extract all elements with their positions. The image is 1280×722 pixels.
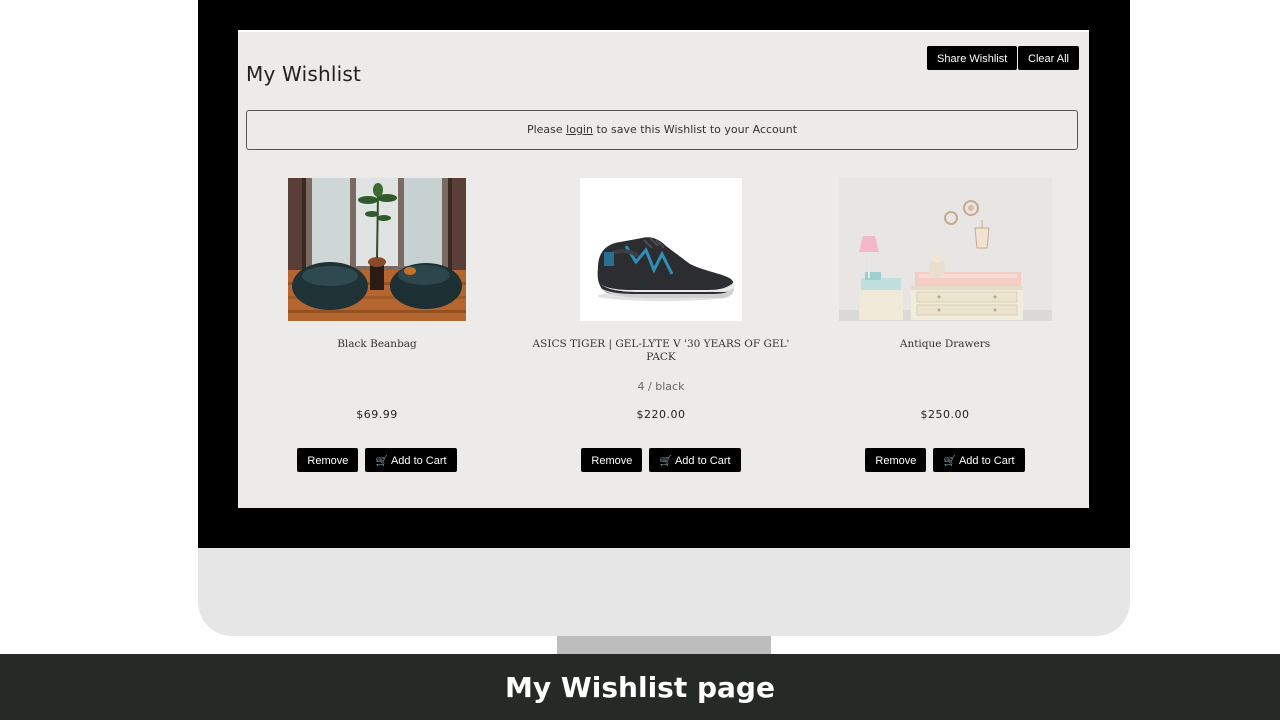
notice-suffix: to save this Wishlist to your Account: [596, 123, 798, 136]
wishlist-item: ASICS TIGER | GEL-LYTE V '30 YEARS OF GE…: [531, 178, 791, 472]
add-to-cart-label: Add to Cart: [958, 455, 1015, 467]
login-notice: Please login to save this Wishlist to yo…: [246, 110, 1078, 150]
add-to-cart-label: Add to Cart: [674, 455, 731, 467]
monitor-stand: [557, 636, 771, 656]
product-image-beanbag[interactable]: [288, 178, 466, 321]
add-to-cart-button[interactable]: 🛒 Add to Cart: [933, 448, 1025, 472]
product-name[interactable]: ASICS TIGER | GEL-LYTE V '30 YEARS OF GE…: [531, 338, 791, 364]
share-wishlist-button[interactable]: Share Wishlist: [927, 46, 1018, 70]
remove-button[interactable]: Remove: [581, 448, 643, 472]
caption-text: My Wishlist page: [505, 671, 775, 704]
product-actions: Remove 🛒 Add to Cart: [815, 448, 1075, 472]
product-actions: Remove 🛒 Add to Cart: [531, 448, 791, 472]
beanbag-photo: [288, 178, 466, 321]
product-actions: Remove 🛒 Add to Cart: [247, 448, 507, 472]
clear-all-button[interactable]: Clear All: [1018, 46, 1079, 70]
add-to-cart-button[interactable]: 🛒 Add to Cart: [649, 448, 741, 472]
product-name[interactable]: Antique Drawers: [815, 338, 1075, 351]
product-variant: 4 / black: [637, 380, 685, 393]
add-to-cart-label: Add to Cart: [390, 455, 447, 467]
caption-bar: My Wishlist page: [0, 654, 1280, 720]
drawers-photo: [838, 178, 1052, 321]
sneaker-photo: [580, 178, 742, 321]
add-to-cart-button[interactable]: 🛒 Add to Cart: [365, 448, 457, 472]
cart-icon: 🛒: [375, 456, 388, 467]
login-link[interactable]: login: [566, 123, 593, 136]
remove-button[interactable]: Remove: [865, 448, 927, 472]
wishlist-item: Antique Drawers $250.00 Remove 🛒 Add to C…: [815, 178, 1075, 472]
monitor-chin: [198, 548, 1130, 636]
notice-prefix: Please: [526, 123, 563, 136]
remove-button[interactable]: Remove: [297, 448, 359, 472]
product-image-drawers[interactable]: [838, 178, 1052, 321]
product-image-sneaker[interactable]: [580, 178, 742, 321]
cart-icon: 🛒: [943, 456, 956, 467]
cart-icon: 🛒: [659, 456, 672, 467]
page-title: My Wishlist: [246, 62, 362, 86]
wishlist-item: Black Beanbag $69.99 Remove 🛒 Add to Cart: [247, 178, 507, 472]
product-price: $69.99: [356, 408, 398, 421]
wishlist-page: My Wishlist Share Wishlist Clear All Ple…: [238, 30, 1089, 508]
product-price: $220.00: [636, 408, 686, 421]
product-name[interactable]: Black Beanbag: [247, 338, 507, 351]
product-price: $250.00: [920, 408, 970, 421]
